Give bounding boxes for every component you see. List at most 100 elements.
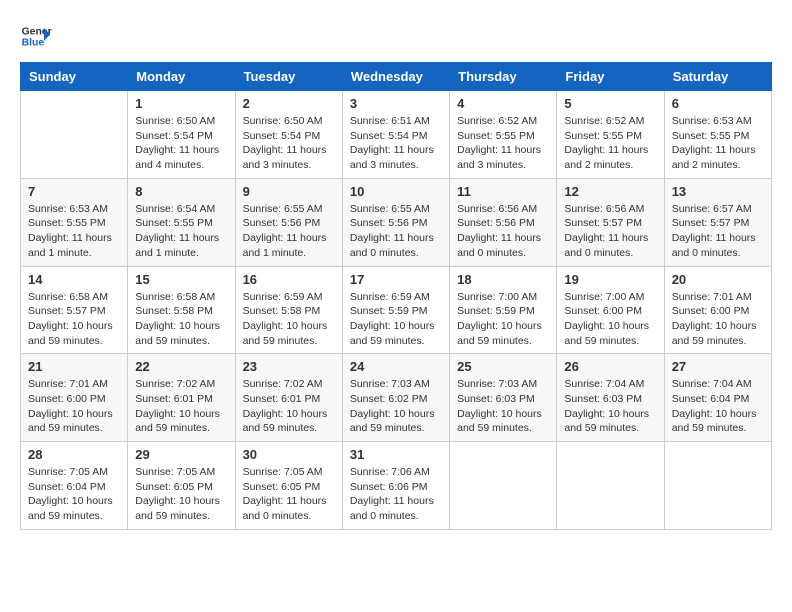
day-number: 29	[135, 447, 227, 462]
day-number: 11	[457, 184, 549, 199]
day-number: 19	[564, 272, 656, 287]
day-number: 21	[28, 359, 120, 374]
column-header-tuesday: Tuesday	[235, 63, 342, 91]
calendar-cell	[450, 442, 557, 530]
day-number: 28	[28, 447, 120, 462]
day-number: 4	[457, 96, 549, 111]
day-number: 5	[564, 96, 656, 111]
day-info: Sunrise: 6:53 AM Sunset: 5:55 PM Dayligh…	[672, 114, 764, 173]
day-info: Sunrise: 6:50 AM Sunset: 5:54 PM Dayligh…	[135, 114, 227, 173]
header: General Blue	[20, 20, 772, 52]
day-number: 20	[672, 272, 764, 287]
day-info: Sunrise: 7:01 AM Sunset: 6:00 PM Dayligh…	[28, 377, 120, 436]
day-number: 18	[457, 272, 549, 287]
calendar-cell: 20 Sunrise: 7:01 AM Sunset: 6:00 PM Dayli…	[664, 266, 771, 354]
day-info: Sunrise: 7:02 AM Sunset: 6:01 PM Dayligh…	[243, 377, 335, 436]
calendar-week-row: 7Sunrise: 6:53 AM Sunset: 5:55 PM Daylig…	[21, 178, 772, 266]
calendar-cell: 17 Sunrise: 6:59 AM Sunset: 5:59 PM Dayli…	[342, 266, 449, 354]
day-info: Sunrise: 7:06 AM Sunset: 6:06 PM Dayligh…	[350, 465, 442, 524]
day-info: Sunrise: 6:59 AM Sunset: 5:59 PM Dayligh…	[350, 290, 442, 349]
day-info: Sunrise: 7:05 AM Sunset: 6:04 PM Dayligh…	[28, 465, 120, 524]
day-info: Sunrise: 6:51 AM Sunset: 5:54 PM Dayligh…	[350, 114, 442, 173]
calendar-cell: 29 Sunrise: 7:05 AM Sunset: 6:05 PM Dayli…	[128, 442, 235, 530]
calendar-cell: 1 Sunrise: 6:50 AM Sunset: 5:54 PM Daylig…	[128, 91, 235, 179]
day-info: Sunrise: 6:58 AM Sunset: 5:57 PM Dayligh…	[28, 290, 120, 349]
day-info: Sunrise: 7:04 AM Sunset: 6:03 PM Dayligh…	[564, 377, 656, 436]
calendar-table: SundayMondayTuesdayWednesdayThursdayFrid…	[20, 62, 772, 530]
column-header-thursday: Thursday	[450, 63, 557, 91]
calendar-cell: 27Sunrise: 7:04 AM Sunset: 6:04 PM Dayli…	[664, 354, 771, 442]
calendar-cell: 24 Sunrise: 7:03 AM Sunset: 6:02 PM Dayli…	[342, 354, 449, 442]
calendar-cell: 13 Sunrise: 6:57 AM Sunset: 5:57 PM Dayli…	[664, 178, 771, 266]
calendar-week-row: 21 Sunrise: 7:01 AM Sunset: 6:00 PM Dayli…	[21, 354, 772, 442]
calendar-cell: 18 Sunrise: 7:00 AM Sunset: 5:59 PM Dayli…	[450, 266, 557, 354]
calendar-cell: 12 Sunrise: 6:56 AM Sunset: 5:57 PM Dayli…	[557, 178, 664, 266]
calendar-cell: 3 Sunrise: 6:51 AM Sunset: 5:54 PM Daylig…	[342, 91, 449, 179]
day-info: Sunrise: 7:00 AM Sunset: 6:00 PM Dayligh…	[564, 290, 656, 349]
day-info: Sunrise: 7:04 AM Sunset: 6:04 PM Dayligh…	[672, 377, 764, 436]
calendar-cell: 10 Sunrise: 6:55 AM Sunset: 5:56 PM Dayli…	[342, 178, 449, 266]
day-info: Sunrise: 6:52 AM Sunset: 5:55 PM Dayligh…	[457, 114, 549, 173]
day-info: Sunrise: 6:55 AM Sunset: 5:56 PM Dayligh…	[350, 202, 442, 261]
day-number: 8	[135, 184, 227, 199]
day-number: 9	[243, 184, 335, 199]
day-number: 12	[564, 184, 656, 199]
day-info: Sunrise: 7:00 AM Sunset: 5:59 PM Dayligh…	[457, 290, 549, 349]
calendar-cell: 23 Sunrise: 7:02 AM Sunset: 6:01 PM Dayli…	[235, 354, 342, 442]
day-info: Sunrise: 6:54 AM Sunset: 5:55 PM Dayligh…	[135, 202, 227, 261]
day-info: Sunrise: 6:55 AM Sunset: 5:56 PM Dayligh…	[243, 202, 335, 261]
calendar-cell: 28 Sunrise: 7:05 AM Sunset: 6:04 PM Dayli…	[21, 442, 128, 530]
calendar-cell: 7Sunrise: 6:53 AM Sunset: 5:55 PM Daylig…	[21, 178, 128, 266]
column-header-saturday: Saturday	[664, 63, 771, 91]
day-info: Sunrise: 7:05 AM Sunset: 6:05 PM Dayligh…	[243, 465, 335, 524]
day-number: 10	[350, 184, 442, 199]
day-number: 25	[457, 359, 549, 374]
day-info: Sunrise: 6:57 AM Sunset: 5:57 PM Dayligh…	[672, 202, 764, 261]
logo-icon: General Blue	[20, 20, 52, 52]
day-number: 17	[350, 272, 442, 287]
day-number: 1	[135, 96, 227, 111]
day-number: 13	[672, 184, 764, 199]
calendar-cell: 4 Sunrise: 6:52 AM Sunset: 5:55 PM Daylig…	[450, 91, 557, 179]
day-info: Sunrise: 6:50 AM Sunset: 5:54 PM Dayligh…	[243, 114, 335, 173]
day-number: 2	[243, 96, 335, 111]
calendar-cell	[664, 442, 771, 530]
day-number: 15	[135, 272, 227, 287]
calendar-cell: 26 Sunrise: 7:04 AM Sunset: 6:03 PM Dayli…	[557, 354, 664, 442]
calendar-cell: 31 Sunrise: 7:06 AM Sunset: 6:06 PM Dayli…	[342, 442, 449, 530]
day-number: 3	[350, 96, 442, 111]
day-number: 22	[135, 359, 227, 374]
day-number: 23	[243, 359, 335, 374]
calendar-cell: 21 Sunrise: 7:01 AM Sunset: 6:00 PM Dayli…	[21, 354, 128, 442]
column-header-wednesday: Wednesday	[342, 63, 449, 91]
calendar-header-row: SundayMondayTuesdayWednesdayThursdayFrid…	[21, 63, 772, 91]
day-info: Sunrise: 6:58 AM Sunset: 5:58 PM Dayligh…	[135, 290, 227, 349]
day-number: 14	[28, 272, 120, 287]
day-number: 31	[350, 447, 442, 462]
calendar-cell	[557, 442, 664, 530]
calendar-cell: 6 Sunrise: 6:53 AM Sunset: 5:55 PM Daylig…	[664, 91, 771, 179]
day-number: 6	[672, 96, 764, 111]
day-number: 30	[243, 447, 335, 462]
day-number: 7	[28, 184, 120, 199]
column-header-sunday: Sunday	[21, 63, 128, 91]
calendar-cell: 22 Sunrise: 7:02 AM Sunset: 6:01 PM Dayli…	[128, 354, 235, 442]
day-info: Sunrise: 7:03 AM Sunset: 6:03 PM Dayligh…	[457, 377, 549, 436]
day-info: Sunrise: 6:52 AM Sunset: 5:55 PM Dayligh…	[564, 114, 656, 173]
calendar-cell	[21, 91, 128, 179]
calendar-cell: 11Sunrise: 6:56 AM Sunset: 5:56 PM Dayli…	[450, 178, 557, 266]
calendar-cell: 2 Sunrise: 6:50 AM Sunset: 5:54 PM Daylig…	[235, 91, 342, 179]
day-number: 26	[564, 359, 656, 374]
column-header-friday: Friday	[557, 63, 664, 91]
calendar-cell: 30 Sunrise: 7:05 AM Sunset: 6:05 PM Dayli…	[235, 442, 342, 530]
day-info: Sunrise: 6:59 AM Sunset: 5:58 PM Dayligh…	[243, 290, 335, 349]
calendar-cell: 5 Sunrise: 6:52 AM Sunset: 5:55 PM Daylig…	[557, 91, 664, 179]
calendar-cell: 25 Sunrise: 7:03 AM Sunset: 6:03 PM Dayli…	[450, 354, 557, 442]
day-number: 24	[350, 359, 442, 374]
day-info: Sunrise: 7:01 AM Sunset: 6:00 PM Dayligh…	[672, 290, 764, 349]
day-info: Sunrise: 7:05 AM Sunset: 6:05 PM Dayligh…	[135, 465, 227, 524]
day-info: Sunrise: 7:02 AM Sunset: 6:01 PM Dayligh…	[135, 377, 227, 436]
day-info: Sunrise: 7:03 AM Sunset: 6:02 PM Dayligh…	[350, 377, 442, 436]
logo: General Blue	[20, 20, 52, 52]
day-info: Sunrise: 6:56 AM Sunset: 5:57 PM Dayligh…	[564, 202, 656, 261]
